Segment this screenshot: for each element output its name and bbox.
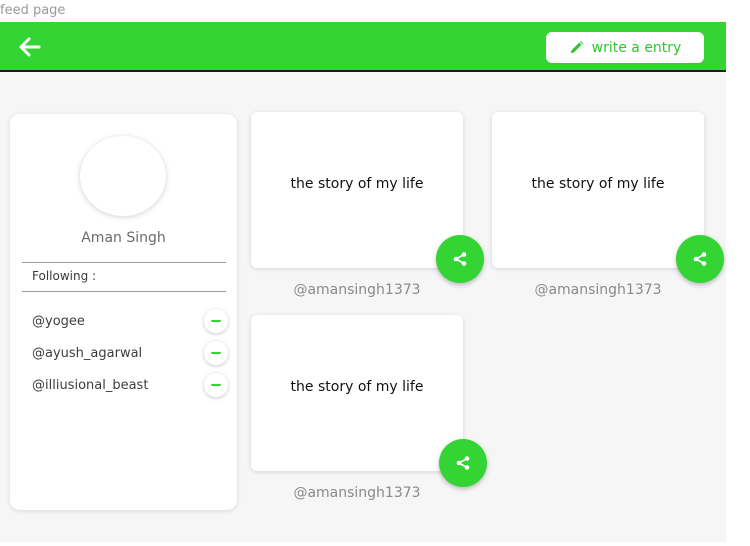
divider bbox=[22, 291, 226, 292]
entry-author[interactable]: @amansingh1373 bbox=[492, 282, 704, 298]
entry-card[interactable]: the story of my life bbox=[251, 315, 463, 471]
avatar[interactable] bbox=[80, 136, 166, 216]
share-button[interactable] bbox=[676, 235, 724, 283]
pencil-icon bbox=[570, 40, 583, 54]
following-heading: Following : bbox=[32, 269, 97, 283]
top-bar: write a entry bbox=[0, 22, 726, 72]
share-icon bbox=[456, 456, 470, 470]
unfollow-button[interactable] bbox=[204, 373, 228, 397]
following-item: @yogee bbox=[32, 309, 228, 335]
page-caption: feed page bbox=[0, 3, 66, 18]
following-handle[interactable]: @yogee bbox=[32, 314, 85, 329]
following-handle[interactable]: @illiusional_beast bbox=[32, 378, 148, 393]
entry-title: the story of my life bbox=[290, 379, 424, 395]
share-icon bbox=[693, 252, 707, 266]
entry-author[interactable]: @amansingh1373 bbox=[251, 282, 463, 298]
write-entry-button[interactable]: write a entry bbox=[546, 32, 704, 63]
app-stage: write a entry Aman Singh Following : @yo… bbox=[0, 22, 726, 542]
following-handle[interactable]: @ayush_agarwal bbox=[32, 346, 142, 361]
divider bbox=[22, 262, 226, 263]
entry-card[interactable]: the story of my life bbox=[251, 112, 463, 268]
following-item: @ayush_agarwal bbox=[32, 341, 228, 367]
share-button[interactable] bbox=[439, 439, 487, 487]
entry-card[interactable]: the story of my life bbox=[492, 112, 704, 268]
entry-title: the story of my life bbox=[531, 176, 665, 192]
profile-name: Aman Singh bbox=[81, 230, 166, 246]
entry-title: the story of my life bbox=[290, 176, 424, 192]
profile-card: Aman Singh Following : @yogee @ayush_aga… bbox=[10, 114, 237, 510]
write-entry-label: write a entry bbox=[591, 39, 682, 56]
back-button[interactable] bbox=[18, 36, 42, 58]
arrow-left-icon bbox=[19, 37, 41, 57]
entry-author[interactable]: @amansingh1373 bbox=[251, 485, 463, 501]
share-icon bbox=[453, 252, 467, 266]
share-button[interactable] bbox=[436, 235, 484, 283]
unfollow-button[interactable] bbox=[204, 341, 228, 365]
following-item: @illiusional_beast bbox=[32, 373, 228, 399]
unfollow-button[interactable] bbox=[204, 309, 228, 333]
